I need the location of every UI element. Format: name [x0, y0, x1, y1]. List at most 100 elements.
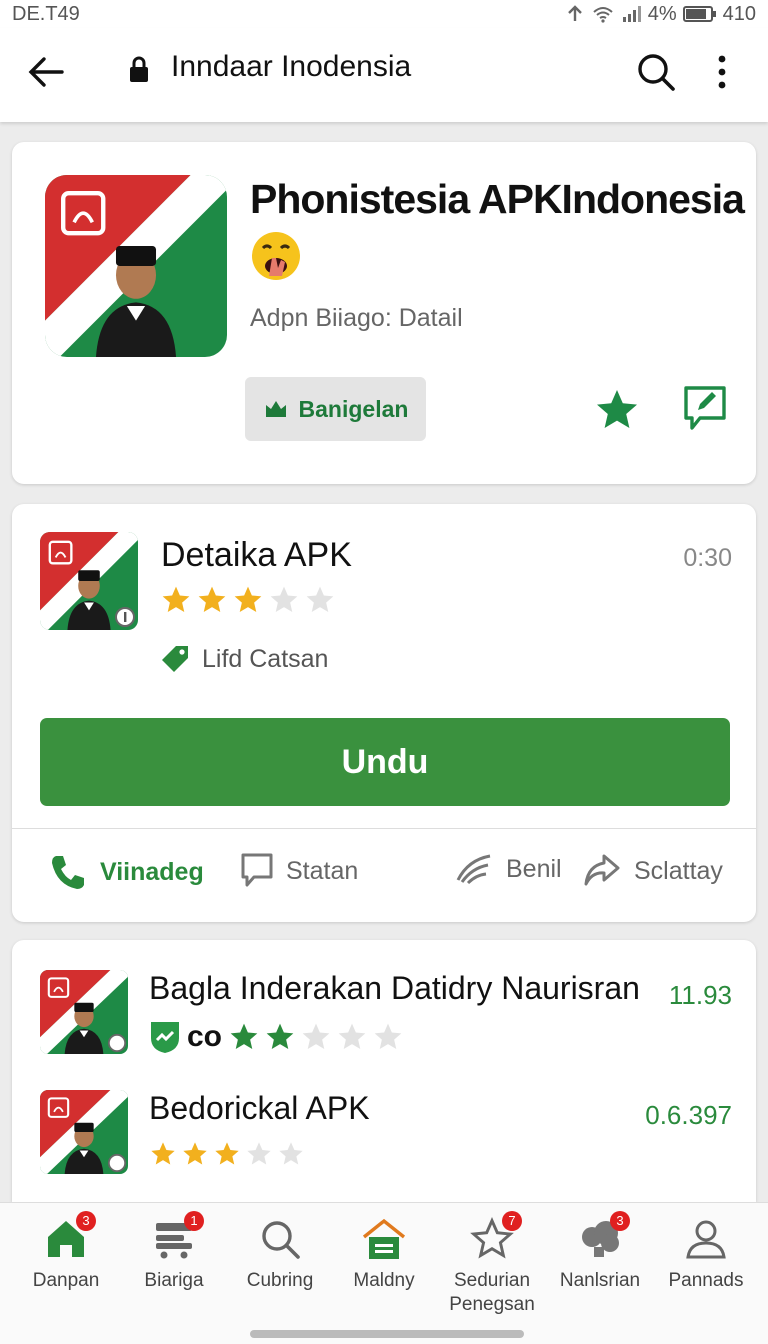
star-empty-icon — [279, 1142, 303, 1165]
nav-label: Sedurian Penegsan — [449, 1270, 535, 1315]
status-number: 410 — [722, 2, 756, 25]
related-app-icon — [40, 1090, 128, 1174]
star-empty-icon — [338, 1023, 366, 1049]
app-subtitle: Adpn Biiago: Datail — [250, 304, 463, 332]
related-app-version: 0.6.397 — [645, 1100, 732, 1130]
star-filled-icon — [162, 586, 190, 612]
star-empty-icon — [306, 586, 334, 612]
back-arrow-icon[interactable] — [24, 50, 68, 94]
list-item[interactable]: Bagla Inderakan Datidry Naurisran 11.93 … — [12, 970, 756, 1080]
gesture-handle[interactable] — [250, 1330, 524, 1338]
related-app-icon — [40, 970, 128, 1054]
app-hero-card: Phonistesia APKIndonesia Adpn Biiago: Da… — [12, 142, 756, 484]
page-title[interactable]: Inndaar Inodensia — [171, 50, 411, 84]
nav-label: Cubring — [246, 1270, 314, 1291]
nav-item-favorites[interactable]: 7 Sedurian Penegsan — [438, 1211, 546, 1317]
nav-label: Maldny — [353, 1270, 415, 1291]
related-app-name: Bagla Inderakan Datidry Naurisran — [149, 970, 640, 1006]
detail-tag-label: Lifd Catsan — [202, 644, 329, 673]
info-badge-icon — [107, 1033, 127, 1053]
tag-icon — [162, 646, 188, 672]
phone-icon — [52, 856, 84, 889]
status-icons: 4% 410 — [564, 3, 756, 26]
list-item[interactable]: Bedorickal APK 0.6.397 — [12, 1090, 756, 1200]
star-filled-icon — [198, 586, 226, 612]
download-button[interactable]: Undu — [40, 718, 730, 806]
upload-arrow-icon — [567, 5, 582, 21]
star-filled-icon — [266, 1023, 294, 1049]
related-app-name: Bedorickal APK — [149, 1090, 370, 1126]
signal-icon — [622, 6, 641, 22]
comment-action-label: Statan — [286, 856, 359, 885]
share-arrow-icon — [584, 854, 620, 886]
share-action-label: Sclattay — [634, 856, 723, 885]
star-empty-icon — [270, 586, 298, 612]
search-icon — [262, 1221, 300, 1259]
star-filled-icon — [215, 1142, 239, 1165]
app-detail-card: Detaika APK 0:30 Lifd Catsan Undu Viinad… — [12, 504, 756, 922]
app-icon — [45, 175, 227, 357]
info-badge-icon — [107, 1153, 127, 1173]
battery-icon — [682, 6, 716, 22]
bottom-navigation: 3 Danpan 1 Biariga Cubring Maldny 7 Sedu… — [0, 1202, 768, 1344]
star-filled-icon — [151, 1142, 175, 1165]
more-options-icon[interactable] — [706, 50, 738, 94]
call-action[interactable]: Viinadeg — [48, 852, 204, 892]
related-app-rating — [149, 1140, 305, 1168]
search-icon[interactable] — [634, 50, 678, 94]
crown-icon — [265, 401, 286, 417]
nav-item-community[interactable]: 3 Nanlsrian — [546, 1211, 654, 1293]
comment-icon — [241, 853, 273, 887]
related-app-rating: co — [149, 1020, 404, 1054]
detail-app-icon — [40, 532, 138, 630]
favorite-star-icon[interactable] — [592, 386, 642, 434]
shush-emoji-icon — [252, 232, 300, 280]
nav-label: Danpan — [32, 1270, 100, 1291]
write-review-icon[interactable] — [682, 384, 728, 432]
divider — [12, 828, 756, 829]
related-apps-card: Bagla Inderakan Datidry Naurisran 11.93 … — [12, 940, 756, 1202]
nav-item-cart[interactable]: 1 Biariga — [120, 1211, 228, 1293]
star-filled-icon — [183, 1142, 207, 1165]
action-row: Viinadeg Statan Benil Sclattay — [12, 844, 756, 902]
nav-item-home[interactable]: 3 Danpan — [12, 1211, 120, 1293]
badge-text: co — [187, 1020, 223, 1053]
app-name: Phonistesia APKIndonesia — [250, 176, 745, 222]
nav-label: Nanlsrian — [559, 1270, 641, 1291]
lock-icon — [130, 56, 148, 82]
star-filled-icon — [234, 586, 262, 612]
star-empty-icon — [374, 1023, 402, 1049]
detail-time: 0:30 — [683, 544, 732, 572]
comment-action[interactable]: Statan — [240, 852, 358, 890]
info-badge-icon — [115, 607, 135, 627]
category-button[interactable]: Banigelan — [245, 377, 426, 441]
detail-tag[interactable]: Lifd Catsan — [160, 644, 328, 674]
share-wave-action-label: Benil — [506, 854, 562, 883]
person-icon — [686, 1220, 726, 1259]
star-filled-icon — [230, 1023, 258, 1049]
store-icon — [362, 1218, 406, 1259]
app-bar: Inndaar Inodensia — [0, 28, 768, 122]
related-app-version: 11.93 — [668, 980, 732, 1010]
call-action-label: Viinadeg — [100, 857, 204, 886]
notification-badge: 7 — [502, 1211, 522, 1231]
verified-shield-icon — [151, 1022, 179, 1053]
notification-badge: 3 — [610, 1211, 630, 1231]
category-button-label: Banigelan — [298, 395, 409, 422]
detail-rating — [160, 584, 336, 616]
share-wave-action[interactable]: Benil — [454, 852, 562, 886]
wifi-icon — [593, 7, 613, 23]
star-empty-icon — [302, 1023, 330, 1049]
notification-badge: 3 — [76, 1211, 96, 1231]
nav-item-profile[interactable]: Pannads — [652, 1217, 760, 1293]
battery-percent: 4% — [647, 2, 677, 25]
status-time: DE.T49 — [12, 2, 80, 25]
signal-wave-icon — [456, 854, 491, 885]
nav-item-store[interactable]: Maldny — [330, 1217, 438, 1293]
nav-label: Biariga — [144, 1270, 204, 1291]
share-action[interactable]: Sclattay — [582, 852, 723, 890]
notification-badge: 1 — [184, 1211, 204, 1231]
nav-label: Pannads — [668, 1270, 744, 1291]
nav-item-search[interactable]: Cubring — [226, 1217, 334, 1293]
star-empty-icon — [247, 1142, 271, 1165]
